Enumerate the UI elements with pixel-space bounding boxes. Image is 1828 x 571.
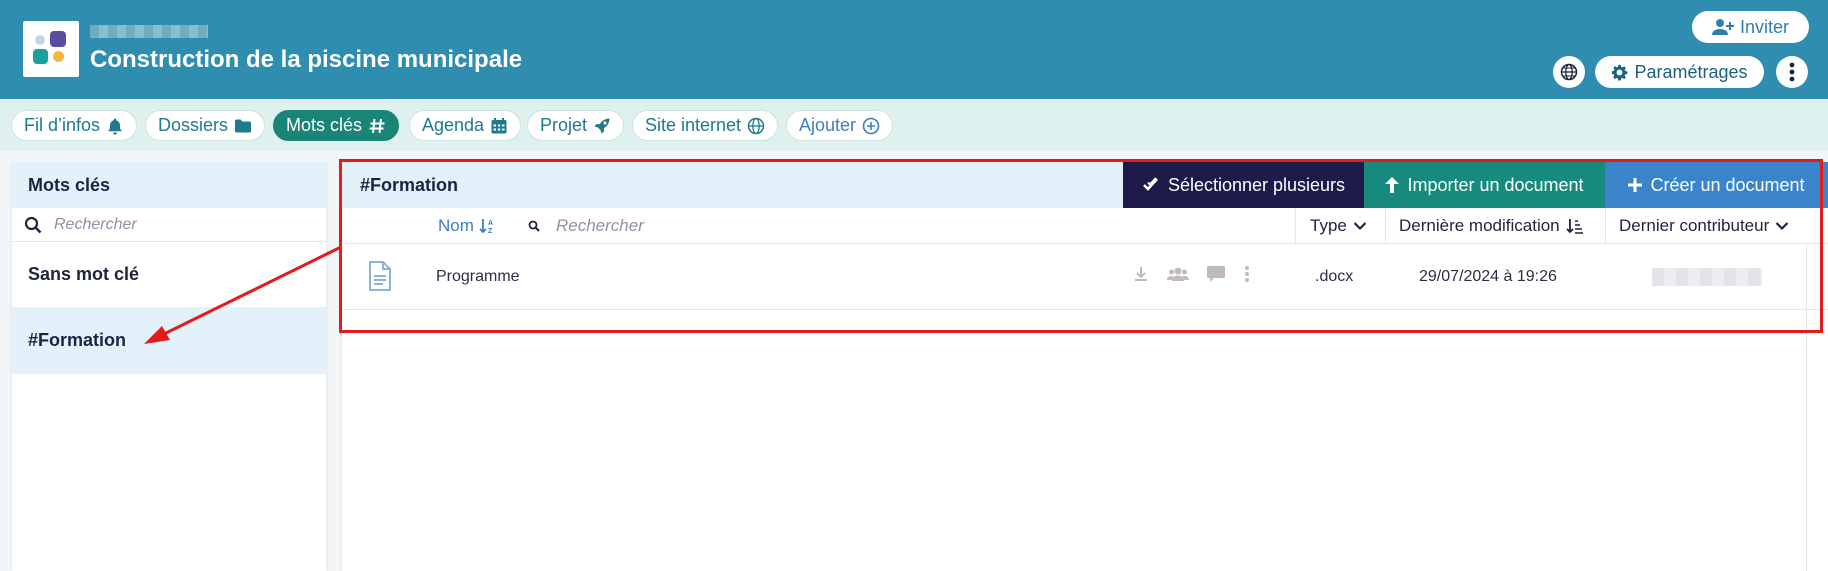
upload-arrow-icon: [1385, 177, 1400, 193]
keywords-sidebar: Mots clés Rechercher Sans mot clé #Forma…: [12, 162, 326, 571]
chevron-down-icon: [1775, 222, 1789, 231]
create-document-button[interactable]: Créer un document: [1605, 162, 1828, 208]
globe-icon: [1560, 63, 1578, 81]
column-type-label: Type: [1310, 216, 1347, 235]
plus-circle-icon: [862, 117, 880, 134]
table-header: Nom AZ Rechercher Type Dernière modifica…: [342, 208, 1828, 244]
gear-icon: [1612, 64, 1628, 80]
tab-projet[interactable]: Projet: [527, 110, 625, 141]
keyword-item-sans-mot-cle[interactable]: Sans mot clé: [12, 242, 326, 308]
sort-az-icon: AZ: [479, 219, 493, 234]
column-name-sort[interactable]: Nom AZ: [438, 216, 497, 236]
project-title: Construction de la piscine municipale: [90, 46, 523, 73]
tab-label: Agenda: [422, 115, 485, 135]
tab-label: Site internet: [645, 115, 742, 135]
tab-label: Projet: [540, 115, 588, 135]
rocket-icon: [594, 118, 610, 133]
select-multiple-button[interactable]: Sélectionner plusieurs: [1123, 162, 1364, 208]
keyword-item-formation[interactable]: #Formation: [12, 308, 326, 374]
section-nav: Fil d’infos Dossiers Mots clés Agenda Pr…: [0, 99, 1828, 151]
import-document-label: Importer un document: [1407, 174, 1584, 195]
tab-agenda[interactable]: Agenda: [409, 110, 522, 141]
column-last-contributor-label: Dernier contributeur: [1619, 216, 1770, 235]
documents-header: #Formation Sélectionner plusieurs Import…: [342, 162, 1828, 208]
tab-fil-infos[interactable]: Fil d’infos: [11, 110, 138, 141]
sidebar-search-placeholder: Rechercher: [54, 215, 137, 233]
app-header: Construction de la piscine municipale In…: [0, 0, 1828, 99]
svg-text:Z: Z: [488, 228, 493, 234]
column-last-modified[interactable]: Dernière modification: [1385, 208, 1605, 244]
document-icon: [368, 261, 392, 296]
row-actions: [1132, 265, 1251, 283]
sidebar-search[interactable]: Rechercher: [12, 208, 326, 242]
document-name[interactable]: Programme: [436, 268, 520, 286]
users-icon[interactable]: [1167, 265, 1189, 283]
tab-label: Fil d’infos: [24, 115, 101, 135]
document-type: .docx: [1315, 268, 1354, 285]
tab-label: Mots clés: [286, 115, 363, 135]
language-button[interactable]: [1553, 56, 1585, 88]
column-last-contributor[interactable]: Dernier contributeur: [1605, 208, 1828, 244]
bell-icon: [108, 118, 122, 134]
import-document-button[interactable]: Importer un document: [1364, 162, 1605, 208]
blurred-contributor-name: [1652, 268, 1762, 286]
create-document-label: Créer un document: [1650, 174, 1805, 195]
svg-text:A: A: [488, 220, 493, 227]
hashtag-icon: [369, 118, 385, 133]
settings-label: Paramétrages: [1634, 61, 1748, 82]
kebab-menu-icon: [1789, 62, 1795, 82]
tab-ajouter[interactable]: Ajouter: [786, 110, 894, 141]
select-multiple-label: Sélectionner plusieurs: [1167, 174, 1346, 195]
tab-label: Ajouter: [799, 115, 857, 135]
folder-icon: [235, 119, 252, 132]
panel-title: #Formation: [360, 175, 459, 195]
tab-mots-cles[interactable]: Mots clés: [273, 110, 400, 141]
table-row[interactable]: Programme .docx 29/07/2024 à 19:26: [342, 244, 1828, 310]
table-search[interactable]: Rechercher: [528, 216, 644, 236]
sidebar-title: Mots clés: [12, 162, 326, 208]
column-type[interactable]: Type: [1295, 208, 1385, 244]
tab-dossiers[interactable]: Dossiers: [145, 110, 266, 141]
documents-panel: #Formation Sélectionner plusieurs Import…: [342, 162, 1828, 571]
tab-label: Dossiers: [158, 115, 229, 135]
invite-label: Inviter: [1739, 16, 1790, 37]
table-search-placeholder: Rechercher: [556, 216, 644, 235]
comment-icon[interactable]: [1206, 265, 1226, 283]
more-menu-button[interactable]: [1776, 56, 1808, 88]
kebab-menu-icon[interactable]: [1243, 265, 1251, 283]
app-logo[interactable]: [23, 21, 79, 77]
document-modified-date: 29/07/2024 à 19:26: [1419, 268, 1557, 285]
globe-icon: [747, 117, 765, 134]
invite-button[interactable]: Inviter: [1692, 11, 1809, 43]
column-last-modified-label: Dernière modification: [1399, 216, 1560, 235]
settings-button[interactable]: Paramétrages: [1595, 56, 1764, 88]
add-user-icon: [1711, 19, 1734, 35]
keyword-label: #Formation: [28, 330, 127, 350]
search-icon: [24, 216, 42, 233]
scrollbar-track[interactable]: [1806, 245, 1828, 571]
tab-site-internet[interactable]: Site internet: [632, 110, 779, 141]
chevron-down-icon: [1353, 222, 1367, 231]
plus-icon: [1628, 178, 1643, 192]
double-check-icon: [1143, 177, 1158, 191]
sort-desc-icon: [1566, 219, 1583, 234]
keyword-label: Sans mot clé: [28, 264, 140, 284]
download-icon[interactable]: [1132, 265, 1150, 283]
blurred-organization-name: [90, 25, 208, 38]
column-name-label: Nom: [438, 216, 474, 235]
search-icon: [528, 220, 540, 232]
calendar-icon: [491, 117, 507, 133]
